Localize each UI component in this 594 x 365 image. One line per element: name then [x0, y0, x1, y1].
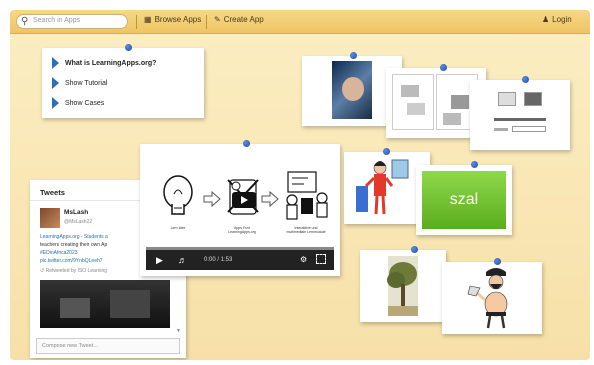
- fullscreen-icon[interactable]: [316, 254, 326, 264]
- app-card-form[interactable]: [470, 76, 570, 150]
- thumbnail: [443, 113, 461, 125]
- image-detail: [110, 290, 150, 318]
- app-card-tree[interactable]: [360, 246, 446, 322]
- settings-icon[interactable]: ⚙: [300, 255, 307, 265]
- tree-photo: [387, 256, 418, 316]
- pin-icon: [471, 161, 478, 168]
- tweet-hashtag[interactable]: #EDinAfrica2023: [40, 250, 78, 256]
- input-box: [512, 126, 546, 132]
- search-icon: ⚲: [21, 16, 29, 27]
- compose-placeholder: Compose new Tweet...: [42, 343, 98, 349]
- tweet-text-line: LearningApps.org - Students a: [40, 234, 108, 240]
- browse-apps-button[interactable]: ▦ Browse Apps: [144, 15, 201, 24]
- app-board: ⚲ Search in Apps ▦ Browse Apps ✎ Create Ap…: [10, 10, 590, 360]
- thumbnail: [524, 92, 542, 106]
- compose-tweet-input[interactable]: Compose new Tweet...: [36, 338, 180, 354]
- search-input[interactable]: ⚲ Search in Apps: [16, 14, 128, 29]
- pin-icon: [125, 44, 132, 51]
- pirate-illustration: [467, 268, 508, 329]
- menu-item-cases[interactable]: Show Cases: [52, 97, 104, 109]
- thumbnail: [451, 95, 469, 109]
- input-line: [494, 118, 546, 121]
- video-player-card: Lern Idee Apps Frzd LearningApps.org Int…: [140, 140, 340, 276]
- book-page-left: [392, 74, 434, 130]
- arrow-icon: [52, 97, 59, 109]
- arrow-icon: [52, 77, 59, 89]
- video-illustration: [163, 171, 328, 220]
- arrow-right-icon: [203, 190, 221, 208]
- play-icon[interactable]: ▶: [156, 255, 163, 265]
- menu-item-tutorial[interactable]: Show Tutorial: [52, 77, 107, 89]
- thumbnail: [498, 92, 516, 106]
- lightbulb-icon: [163, 175, 193, 215]
- scroll-down-icon[interactable]: ▼: [176, 328, 181, 334]
- pin-icon: [350, 52, 357, 59]
- arrow-right-icon: [261, 190, 279, 208]
- face-shape: [342, 77, 364, 101]
- avatar[interactable]: [40, 208, 60, 228]
- pin-icon: [494, 258, 501, 265]
- pencil-icon: ✎: [214, 15, 221, 24]
- image-detail: [60, 298, 90, 318]
- menu-item-label: Show Tutorial: [65, 79, 108, 87]
- photo-thumbnail: [332, 61, 372, 119]
- retweet-note: ↺ Retweeted by ISO Learning: [40, 268, 107, 274]
- video-caption: Lern Idee: [170, 226, 186, 230]
- pin-icon: [440, 64, 447, 71]
- input-line: [494, 128, 508, 131]
- tweet-text-line: teachers creating their own Ap: [40, 242, 108, 248]
- szal-text: szal: [449, 191, 479, 208]
- menu-item-label: What is LearningApps.org?: [65, 59, 157, 67]
- video-caption: Interaktive und multimediale Lernmodule: [286, 226, 326, 234]
- create-app-button[interactable]: ✎ Create App: [214, 15, 264, 24]
- tweet-link[interactable]: pic.twitter.com/9YnbQLeeh7: [40, 258, 103, 264]
- play-button-icon: [232, 192, 256, 208]
- learners-icon: [286, 171, 328, 220]
- video-caption: Apps Frzd LearningApps.org: [228, 226, 256, 234]
- tweet-author-handle[interactable]: @MsLash22: [64, 219, 92, 225]
- thumbnail: [401, 85, 419, 97]
- browse-apps-label: Browse Apps: [154, 15, 202, 24]
- search-placeholder: Search in Apps: [33, 17, 81, 24]
- top-navigation-bar: ⚲ Search in Apps ▦ Browse Apps ✎ Create Ap…: [10, 10, 590, 34]
- create-app-label: Create App: [223, 15, 264, 24]
- video-progress-bar[interactable]: [146, 247, 334, 250]
- retweet-label: Retweeted by ISO Learning: [45, 268, 108, 274]
- app-card-pirate[interactable]: [442, 258, 542, 334]
- arrow-icon: [52, 57, 59, 69]
- tweet-author-name[interactable]: MsLash: [64, 209, 88, 216]
- app-card-szal[interactable]: szal: [416, 161, 512, 235]
- video-time: 0:00 / 1:53: [204, 257, 233, 263]
- menu-item-label: Show Cases: [65, 99, 105, 107]
- login-button[interactable]: ♟ Login: [542, 15, 572, 24]
- login-label: Login: [552, 15, 572, 24]
- tweet-image[interactable]: [40, 280, 170, 328]
- user-icon: ♟: [542, 15, 550, 24]
- volume-icon[interactable]: ♬: [178, 255, 187, 265]
- separator: [206, 15, 207, 29]
- video-stage[interactable]: Lern Idee Apps Frzd LearningApps.org Int…: [146, 150, 334, 250]
- grid-icon: ▦: [144, 15, 152, 24]
- pin-icon: [383, 148, 390, 155]
- menu-item-what-is[interactable]: What is LearningApps.org?: [52, 57, 156, 69]
- tweets-title: Tweets: [40, 188, 65, 197]
- pin-icon: [243, 140, 250, 147]
- pin-icon: [522, 76, 529, 83]
- video-controls: ▶ ♬ 0:00 / 1:53 ⚙: [146, 247, 334, 270]
- separator: [136, 15, 137, 29]
- szal-tile: szal: [422, 171, 506, 229]
- thumbnail: [407, 103, 425, 115]
- pin-icon: [411, 246, 418, 253]
- info-menu-card: What is LearningApps.org? Show Tutorial …: [42, 44, 204, 118]
